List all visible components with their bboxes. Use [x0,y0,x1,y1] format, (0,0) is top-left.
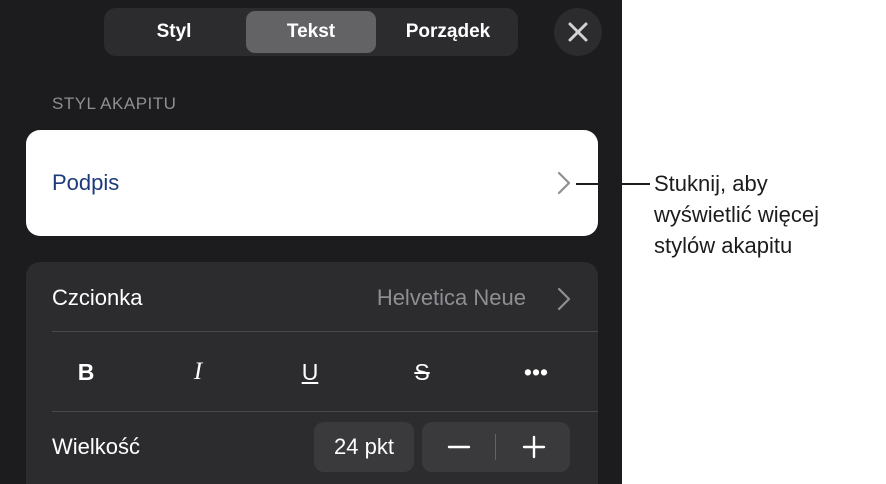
divider [52,411,598,412]
tab-tekst[interactable]: Tekst [246,11,376,53]
text-format-panel: Styl Tekst Porządek STYL AKAPITU Podpis … [0,0,622,484]
divider [52,331,598,332]
font-size-value[interactable]: 24 pkt [314,422,414,472]
close-button[interactable] [554,8,602,56]
bold-button[interactable]: B [56,352,116,392]
plus-icon [522,435,546,459]
paragraph-style-name: Podpis [52,170,120,195]
chevron-right-icon[interactable] [556,286,572,312]
tab-bar: Styl Tekst Porządek [104,8,518,56]
chevron-right-icon [557,171,571,195]
callout-line [576,183,650,185]
font-label: Czcionka [52,285,143,310]
tab-styl[interactable]: Styl [108,11,240,53]
font-value[interactable]: Helvetica Neue [377,285,526,311]
stepper-separator [495,434,496,460]
more-options-button[interactable]: ••• [506,352,566,392]
decrease-size-button[interactable] [422,422,495,472]
font-settings-card: Czcionka Helvetica Neue B I U S ••• Wiel… [26,262,598,484]
underline-button[interactable]: U [280,352,340,392]
callout-text: Stuknij, aby wyświetlić więcej stylów ak… [654,171,820,258]
minus-icon [447,445,471,449]
close-icon [568,22,588,42]
italic-button[interactable]: I [168,352,228,392]
font-size-stepper [422,422,570,472]
increase-size-button[interactable] [497,422,570,472]
strikethrough-button[interactable]: S [392,352,452,392]
paragraph-style-row[interactable]: Podpis [26,130,598,236]
section-label-paragraph-style: STYL AKAPITU [52,94,177,113]
size-label: Wielkość [52,434,141,459]
tab-porzadek[interactable]: Porządek [382,11,514,53]
